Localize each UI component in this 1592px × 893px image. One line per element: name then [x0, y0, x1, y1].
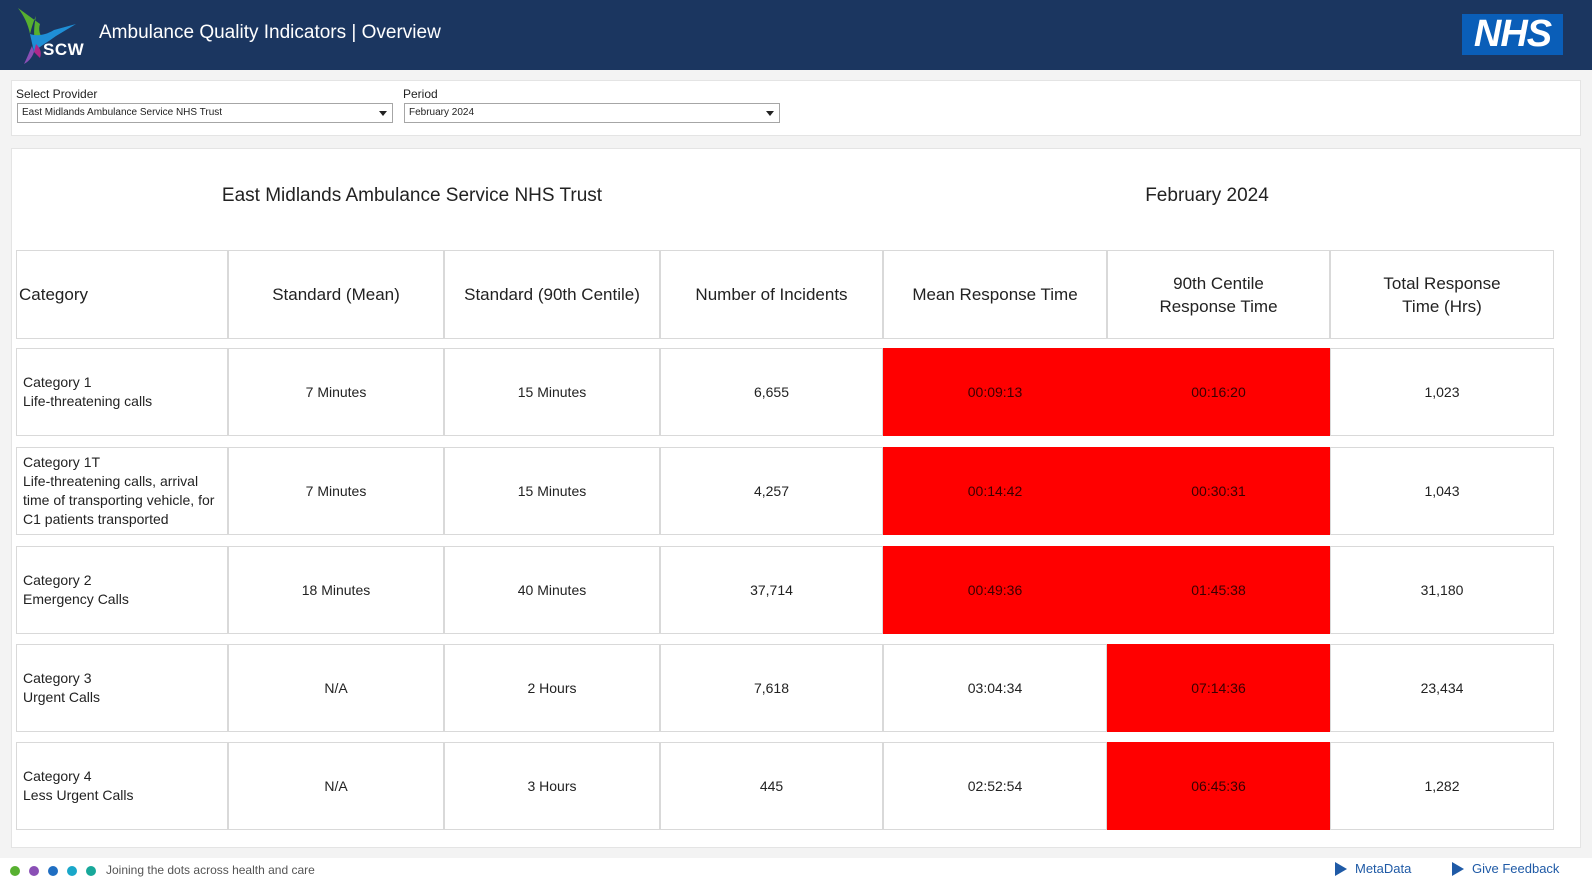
table-cell-incidents: 6,655 [660, 348, 883, 436]
filter-panel: Select Provider East Midlands Ambulance … [11, 80, 1581, 136]
category-name: Category 1 [23, 374, 92, 390]
table-cell-standard-90th: 15 Minutes [444, 348, 660, 436]
app-header: SCW Ambulance Quality Indicators | Overv… [0, 0, 1592, 70]
table-cell-standard-mean: 18 Minutes [228, 546, 444, 634]
table-cell-incidents: 445 [660, 742, 883, 830]
category-description: Life-threatening calls [23, 393, 153, 409]
column-header-standard-90th: Standard (90th Centile) [444, 250, 660, 339]
table-cell-total-hrs: 31,180 [1330, 546, 1554, 634]
table-cell-category: Category 3 Urgent Calls [16, 644, 228, 732]
category-description: Life-threatening calls, arrival [23, 473, 199, 489]
table-cell-incidents: 4,257 [660, 447, 883, 535]
period-dropdown[interactable]: February 2024 [404, 103, 780, 123]
column-header-incidents: Number of Incidents [660, 250, 883, 339]
table-cell-standard-90th: 40 Minutes [444, 546, 660, 634]
table-cell-standard-mean: 7 Minutes [228, 447, 444, 535]
category-description: time of transporting vehicle, for [23, 492, 215, 508]
table-cell-total-hrs: 1,282 [1330, 742, 1554, 830]
footer-dot [29, 866, 39, 876]
play-icon [1335, 861, 1347, 876]
footer-dot [67, 866, 77, 876]
metadata-link[interactable]: MetaData [1335, 861, 1411, 876]
table-cell-total-hrs: 1,043 [1330, 447, 1554, 535]
table-cell-standard-90th: 2 Hours [444, 644, 660, 732]
table-cell-category: Category 2 Emergency Calls [16, 546, 228, 634]
give-feedback-link[interactable]: Give Feedback [1452, 861, 1559, 876]
footer-tagline: Joining the dots across health and care [106, 863, 315, 877]
report-panel: East Midlands Ambulance Service NHS Trus… [11, 148, 1581, 848]
metadata-label: MetaData [1355, 861, 1412, 876]
table-cell-category: Category 1T Life-threatening calls, arriv… [16, 447, 228, 535]
table-cell-standard-mean: N/A [228, 644, 444, 732]
play-icon [1452, 861, 1464, 876]
category-description: C1 patients transported [23, 511, 169, 527]
footer-dot [48, 866, 58, 876]
table-cell-standard-90th: 15 Minutes [444, 447, 660, 535]
table-cell-p90-response: 01:45:38 [1107, 546, 1330, 634]
category-description: Less Urgent Calls [23, 787, 134, 803]
table-cell-standard-mean: 7 Minutes [228, 348, 444, 436]
table-cell-category: Category 4 Less Urgent Calls [16, 742, 228, 830]
page-title: Ambulance Quality Indicators | Overview [99, 22, 441, 43]
footer-dot [86, 866, 96, 876]
table-cell-total-hrs: 1,023 [1330, 348, 1554, 436]
table-cell-mean-response: 00:49:36 [883, 546, 1107, 634]
column-header-90th-response: 90th Centile Response Time [1107, 250, 1330, 339]
category-name: Category 3 [23, 670, 92, 686]
category-name: Category 2 [23, 572, 92, 588]
nhs-logo: NHS [1462, 14, 1563, 55]
column-header-category: Category [16, 250, 228, 339]
table-cell-p90-response: 07:14:36 [1107, 644, 1330, 732]
period-filter-label: Period [403, 87, 438, 101]
scw-logo-text: SCW [43, 40, 85, 59]
give-feedback-label: Give Feedback [1472, 861, 1560, 876]
table-cell-p90-response: 06:45:36 [1107, 742, 1330, 830]
provider-heading: East Midlands Ambulance Service NHS Trus… [221, 185, 603, 206]
period-dropdown-value: February 2024 [409, 107, 475, 118]
column-header-total-hrs: Total Response Time (Hrs) [1330, 250, 1554, 339]
provider-dropdown[interactable]: East Midlands Ambulance Service NHS Trus… [17, 103, 393, 123]
provider-dropdown-value: East Midlands Ambulance Service NHS Trus… [22, 107, 223, 118]
category-description: Urgent Calls [23, 689, 101, 705]
table-cell-incidents: 7,618 [660, 644, 883, 732]
column-header-mean-response: Mean Response Time [883, 250, 1107, 339]
table-cell-category: Category 1 Life-threatening calls [16, 348, 228, 436]
table-cell-mean-response: 00:14:42 [883, 447, 1107, 535]
category-name: Category 1T [23, 454, 101, 470]
provider-filter-label: Select Provider [16, 87, 98, 101]
table-cell-mean-response: 02:52:54 [883, 742, 1107, 830]
table-cell-standard-90th: 3 Hours [444, 742, 660, 830]
chevron-down-icon [766, 111, 774, 116]
footer: Joining the dots across health and care … [0, 858, 1592, 893]
table-cell-mean-response: 00:09:13 [883, 348, 1107, 436]
column-header-standard-mean: Standard (Mean) [228, 250, 444, 339]
table-cell-p90-response: 00:16:20 [1107, 348, 1330, 436]
period-heading: February 2024 [1145, 185, 1269, 206]
footer-dot [10, 866, 20, 876]
chevron-down-icon [379, 111, 387, 116]
category-name: Category 4 [23, 768, 92, 784]
category-description: Emergency Calls [23, 591, 129, 607]
table-cell-p90-response: 00:30:31 [1107, 447, 1330, 535]
table-cell-mean-response: 03:04:34 [883, 644, 1107, 732]
table-cell-standard-mean: N/A [228, 742, 444, 830]
table-cell-incidents: 37,714 [660, 546, 883, 634]
table-cell-total-hrs: 23,434 [1330, 644, 1554, 732]
